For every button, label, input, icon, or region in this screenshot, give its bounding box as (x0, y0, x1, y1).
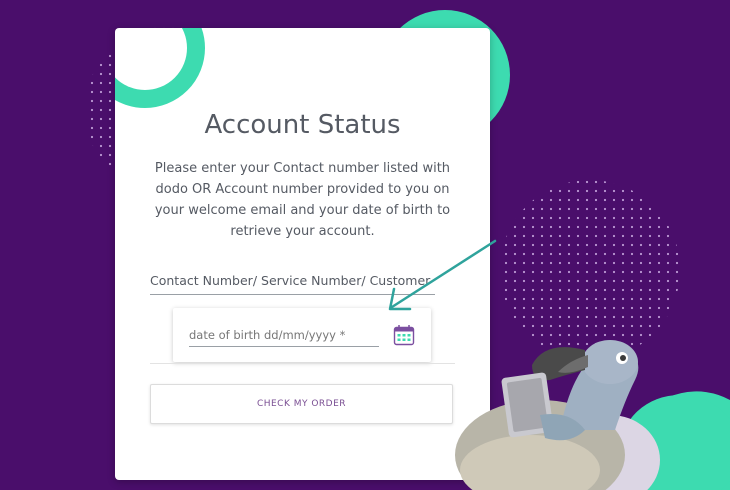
page-title: Account Status (204, 110, 401, 140)
dodo-bird-mascot (455, 340, 730, 490)
card-decorative-ring (115, 28, 205, 108)
pointer-arrow-icon (388, 239, 497, 311)
divider (150, 363, 455, 364)
check-my-order-button[interactable]: CHECK MY ORDER (150, 384, 453, 424)
date-of-birth-input[interactable] (189, 324, 379, 347)
instructions-text: Please enter your Contact number listed … (154, 161, 451, 239)
calendar-icon[interactable] (393, 324, 415, 346)
